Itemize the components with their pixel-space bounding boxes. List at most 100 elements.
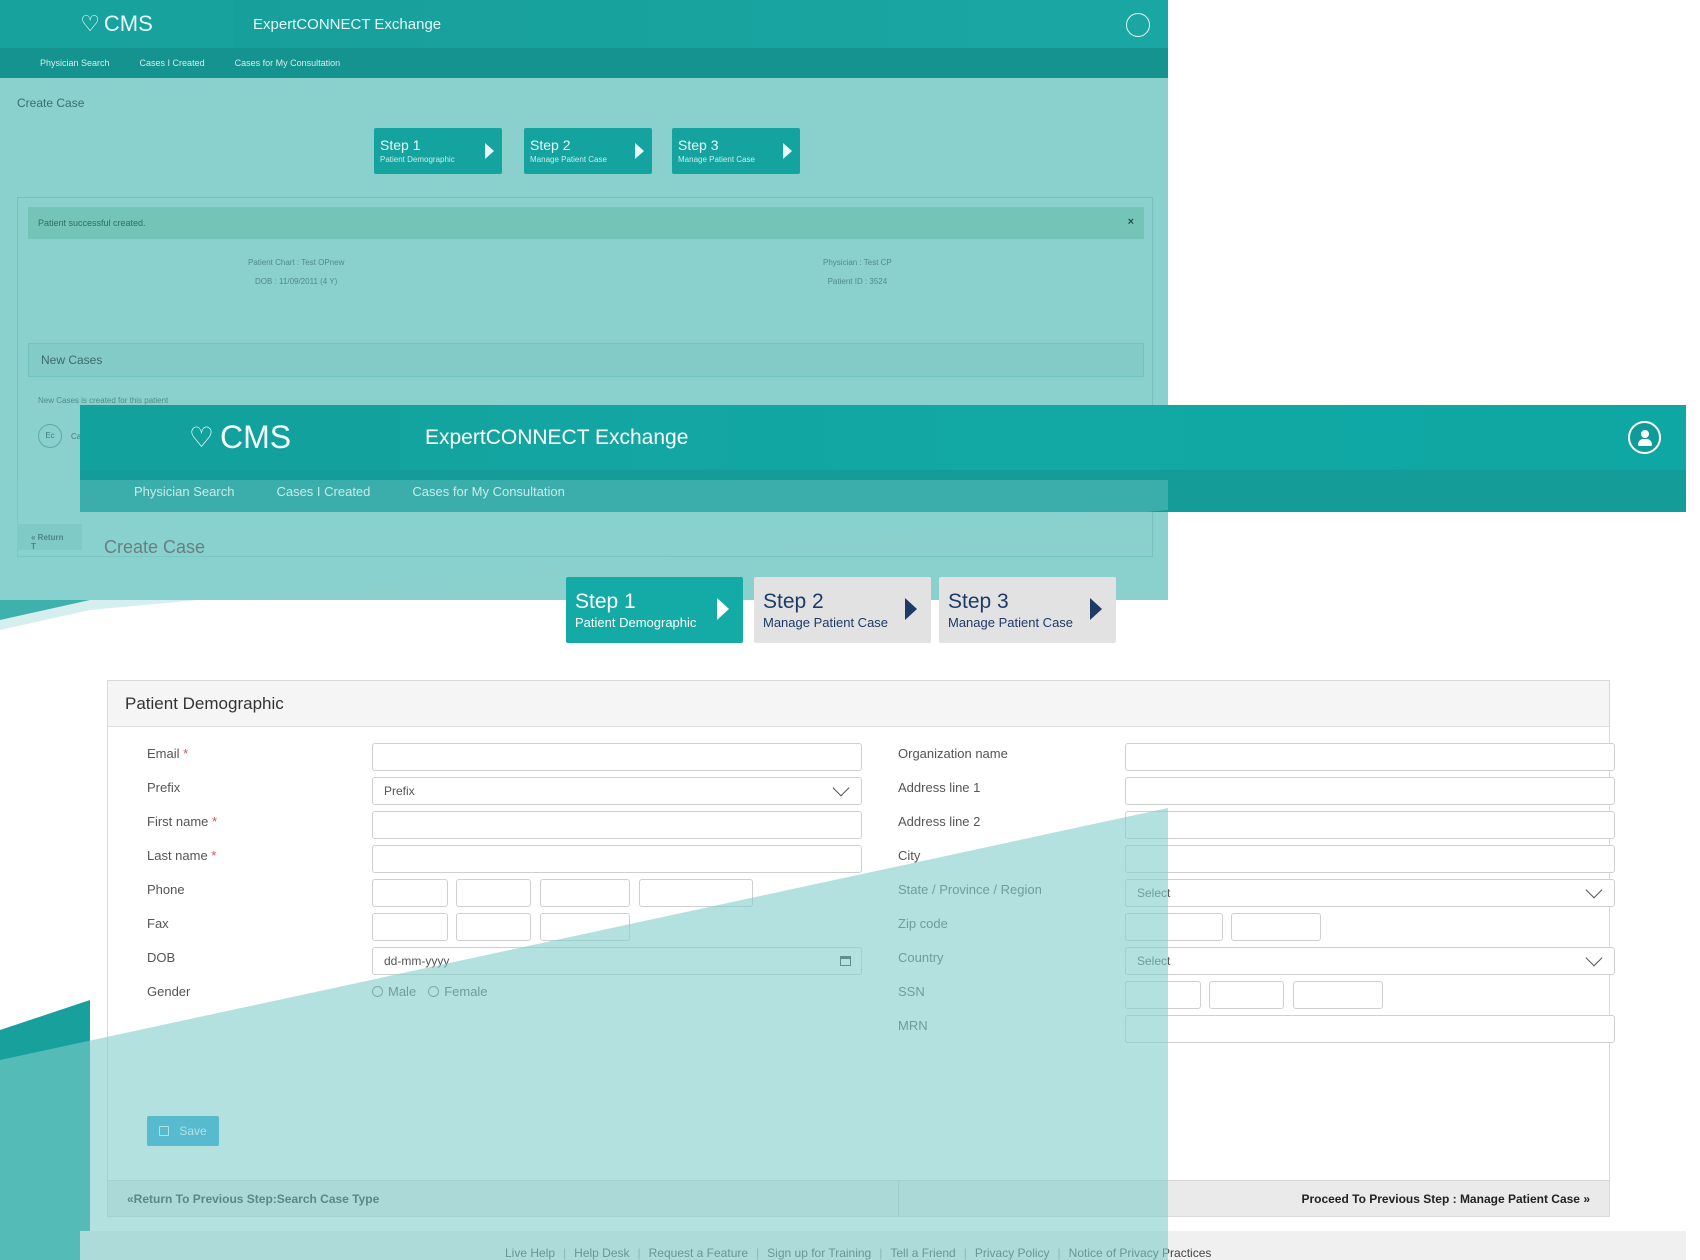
ssn-field-3[interactable]	[1293, 981, 1383, 1009]
arrow-right-icon	[1090, 598, 1102, 620]
gender-female-label: Female	[444, 984, 488, 999]
country-label: Country	[898, 950, 944, 965]
country-select[interactable]: Select	[1125, 947, 1615, 975]
footer-separator: |	[756, 1246, 760, 1260]
heart-hands-icon: ♡	[188, 422, 214, 453]
zip-label: Zip code	[898, 916, 948, 931]
nav-physician-search[interactable]: Physician Search	[134, 484, 234, 499]
first-name-field[interactable]	[372, 811, 862, 839]
footer-link-privacy-practices[interactable]: Notice of Privacy Practices	[1069, 1246, 1212, 1260]
footer-separator: |	[1057, 1246, 1061, 1260]
arrow-right-icon	[905, 598, 917, 620]
footer-link-request-feature[interactable]: Request a Feature	[649, 1246, 748, 1260]
state-value: Select	[1137, 886, 1171, 900]
back-nav: Physician Search Cases I Created Cases f…	[0, 48, 1168, 78]
organization-label: Organization name	[898, 746, 1008, 761]
arrow-right-icon	[485, 143, 494, 159]
main-nav: Physician Search Cases I Created Cases f…	[80, 470, 1686, 512]
email-label-text: Email	[147, 746, 180, 761]
chevron-down-icon	[1585, 949, 1603, 967]
back-return-button[interactable]: « Return T	[17, 524, 82, 551]
fax-field-1[interactable]	[372, 913, 448, 941]
dob-label: DOB	[147, 950, 176, 965]
back-step-title: Step 2	[530, 136, 571, 153]
back-step-3[interactable]: Step 3 Manage Patient Case	[672, 128, 800, 174]
zip-field-1[interactable]	[1125, 913, 1223, 941]
logo[interactable]: ♡ CMS	[80, 405, 400, 470]
email-field[interactable]	[372, 743, 862, 771]
prefix-select[interactable]: Prefix	[372, 777, 862, 805]
fax-label: Fax	[147, 916, 169, 931]
zip-field-2[interactable]	[1231, 913, 1321, 941]
nav-cases-consultation[interactable]: Cases for My Consultation	[412, 484, 564, 499]
arrow-right-icon	[635, 143, 644, 159]
footer-divider	[898, 1181, 899, 1216]
footer-link-help-desk[interactable]: Help Desk	[574, 1246, 629, 1260]
gender-female-radio[interactable]: Female	[428, 984, 488, 999]
nav-cases-created[interactable]: Cases I Created	[276, 484, 370, 499]
back-nav-cases-created[interactable]: Cases I Created	[140, 58, 205, 68]
phone-field-3[interactable]	[540, 879, 630, 907]
step-1[interactable]: Step 1 Patient Demographic	[566, 577, 743, 643]
return-previous-step-link[interactable]: «Return To Previous Step:Search Case Typ…	[127, 1192, 379, 1206]
gender-male-radio[interactable]: Male	[372, 984, 416, 999]
proceed-step-link[interactable]: Proceed To Previous Step : Manage Patien…	[1301, 1192, 1590, 1206]
user-icon[interactable]	[1628, 421, 1661, 454]
mrn-label: MRN	[898, 1018, 928, 1033]
phone-field-2[interactable]	[456, 879, 531, 907]
success-alert: Patient successful created. ×	[28, 207, 1144, 239]
footer-link-training[interactable]: Sign up for Training	[767, 1246, 871, 1260]
mrn-field[interactable]	[1125, 1015, 1615, 1043]
footer-separator: |	[563, 1246, 567, 1260]
back-step-subtitle: Manage Patient Case	[678, 155, 755, 165]
dob-placeholder: dd-mm-yyyy	[384, 954, 450, 968]
footer-link-tell-friend[interactable]: Tell a Friend	[890, 1246, 955, 1260]
city-field[interactable]	[1125, 845, 1615, 873]
required-mark: *	[211, 848, 217, 863]
organization-field[interactable]	[1125, 743, 1615, 771]
last-name-label: Last name *	[147, 848, 216, 863]
patient-id: Patient ID : 3524	[827, 277, 888, 286]
front-screenshot: ♡ CMS ExpertCONNECT Exchange Physician S…	[80, 405, 1686, 1260]
ssn-field-2[interactable]	[1209, 981, 1284, 1009]
back-step-subtitle: Patient Demographic	[380, 155, 455, 165]
gender-options: Male Female	[372, 984, 500, 999]
step-2[interactable]: Step 2 Manage Patient Case	[754, 577, 931, 643]
gender-label: Gender	[147, 984, 191, 999]
fax-field-3[interactable]	[540, 913, 630, 941]
save-button[interactable]: Save	[147, 1116, 219, 1146]
patient-info-left: Patient Chart : Test OPnew DOB : 11/09/2…	[248, 253, 344, 291]
back-app-title: ExpertCONNECT Exchange	[253, 15, 442, 33]
new-cases-header: New Cases	[28, 343, 1144, 377]
close-icon[interactable]: ×	[1128, 216, 1134, 228]
address2-field[interactable]	[1125, 811, 1615, 839]
step-3[interactable]: Step 3 Manage Patient Case	[939, 577, 1116, 643]
gender-male-label: Male	[388, 984, 417, 999]
address1-label: Address line 1	[898, 780, 981, 795]
chevron-down-icon	[1585, 881, 1603, 899]
footer-separator: |	[879, 1246, 883, 1260]
phone-ext-field[interactable]	[639, 879, 753, 907]
logo-text: CMS	[220, 419, 292, 455]
back-nav-cases-consultation[interactable]: Cases for My Consultation	[235, 58, 341, 68]
dob-field[interactable]: dd-mm-yyyy	[372, 947, 862, 975]
fax-field-2[interactable]	[456, 913, 531, 941]
footer-link-privacy-policy[interactable]: Privacy Policy	[975, 1246, 1050, 1260]
state-label: State / Province / Region	[898, 882, 1042, 897]
address1-field[interactable]	[1125, 777, 1615, 805]
back-step-2[interactable]: Step 2 Manage Patient Case	[524, 128, 652, 174]
user-icon[interactable]	[1126, 13, 1150, 37]
last-name-field[interactable]	[372, 845, 862, 873]
save-label: Save	[179, 1124, 207, 1138]
back-nav-physician-search[interactable]: Physician Search	[40, 58, 110, 68]
footer-link-live-help[interactable]: Live Help	[505, 1246, 555, 1260]
first-name-label: First name *	[147, 814, 217, 829]
state-select[interactable]: Select	[1125, 879, 1615, 907]
back-step-title: Step 3	[678, 136, 719, 153]
phone-field-1[interactable]	[372, 879, 448, 907]
ssn-field-1[interactable]	[1125, 981, 1201, 1009]
country-value: Select	[1137, 954, 1171, 968]
back-step-1[interactable]: Step 1 Patient Demographic	[374, 128, 502, 174]
physician: Physician : Test CP	[823, 258, 892, 267]
calendar-icon[interactable]	[840, 956, 851, 966]
